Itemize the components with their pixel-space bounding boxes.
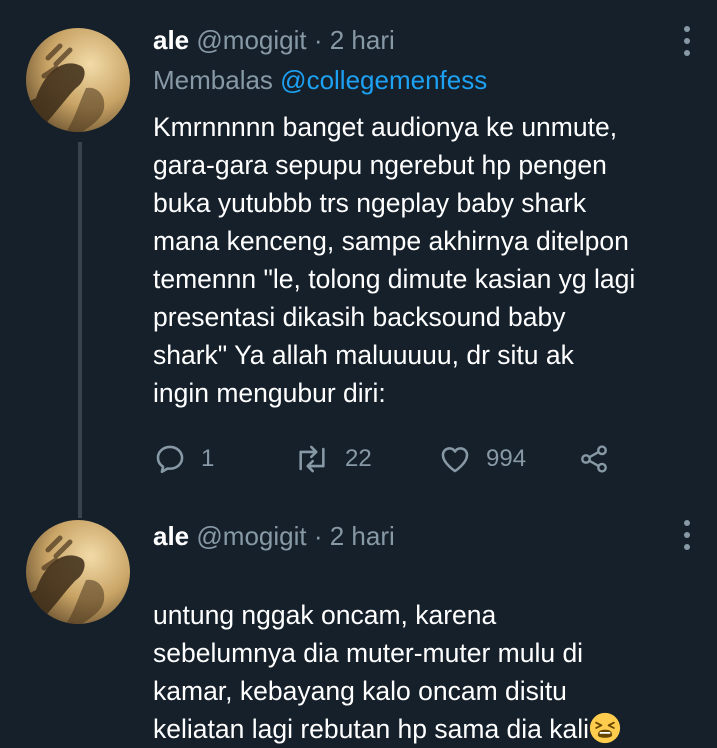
timestamp[interactable]: 2 hari: [330, 521, 395, 551]
more-options-icon[interactable]: [683, 520, 691, 550]
tweet-header: ale @mogigit · 2 hari: [153, 24, 395, 56]
more-options-icon[interactable]: [683, 26, 691, 56]
tired-face-emoji: [589, 712, 621, 744]
retweet-button[interactable]: 22: [293, 442, 372, 476]
thread-line: [78, 142, 82, 518]
display-name[interactable]: ale: [153, 521, 189, 551]
share-icon: [581, 445, 607, 473]
separator: ·: [313, 521, 323, 551]
tweet-header: ale @mogigit · 2 hari: [153, 520, 395, 552]
handle[interactable]: @mogigit: [196, 521, 306, 551]
avatar[interactable]: [26, 520, 130, 624]
like-icon: [441, 447, 469, 473]
reply-icon: [156, 445, 184, 474]
reply-mention-link[interactable]: @collegemenfess: [280, 65, 487, 95]
separator: ·: [313, 25, 323, 55]
tweet-text: Kmrnnnnn banget audionya ke unmute, gara…: [153, 112, 636, 408]
reply-button[interactable]: 1: [153, 442, 214, 476]
reply-prefix: Membalas: [153, 65, 273, 95]
like-count: 994: [486, 445, 527, 472]
display-name[interactable]: ale: [153, 25, 189, 55]
handle[interactable]: @mogigit: [196, 25, 306, 55]
reply-count: 1: [201, 445, 215, 472]
share-button[interactable]: [578, 442, 610, 476]
tweet-2[interactable]: ale @mogigit · 2 hari untung nggak oncam…: [0, 500, 717, 744]
timestamp[interactable]: 2 hari: [330, 25, 395, 55]
tweet-text-content: untung nggak oncam, karena sebelumnya di…: [153, 600, 590, 744]
avatar[interactable]: [26, 28, 130, 132]
like-button[interactable]: 994: [438, 442, 526, 476]
tweet-1[interactable]: ale @mogigit · 2 hari Membalas @collegem…: [0, 0, 717, 518]
retweet-count: 22: [345, 445, 372, 472]
retweet-icon: [299, 445, 325, 473]
tweet-text: untung nggak oncam, karena sebelumnya di…: [153, 558, 693, 748]
reply-context: Membalas @collegemenfess: [153, 64, 487, 96]
